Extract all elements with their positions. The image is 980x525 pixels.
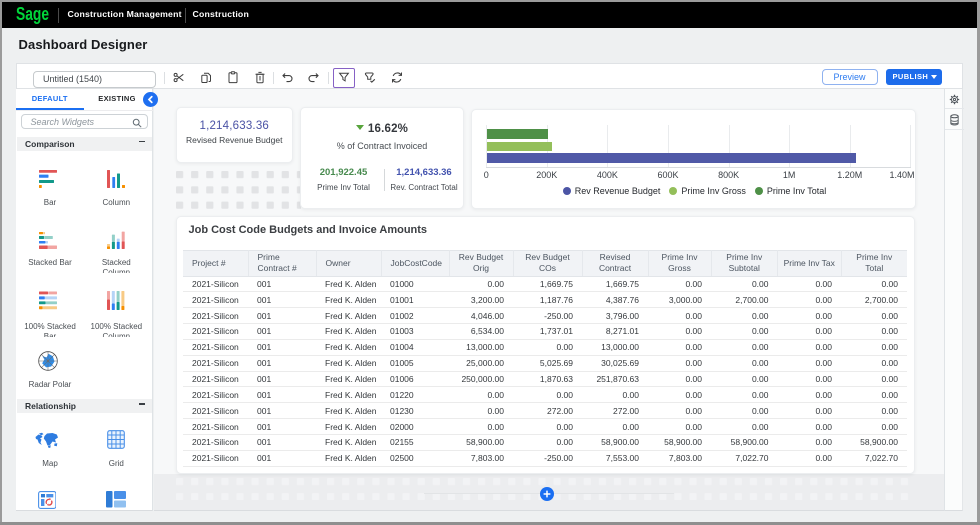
svg-text:Sage: Sage — [16, 4, 49, 24]
